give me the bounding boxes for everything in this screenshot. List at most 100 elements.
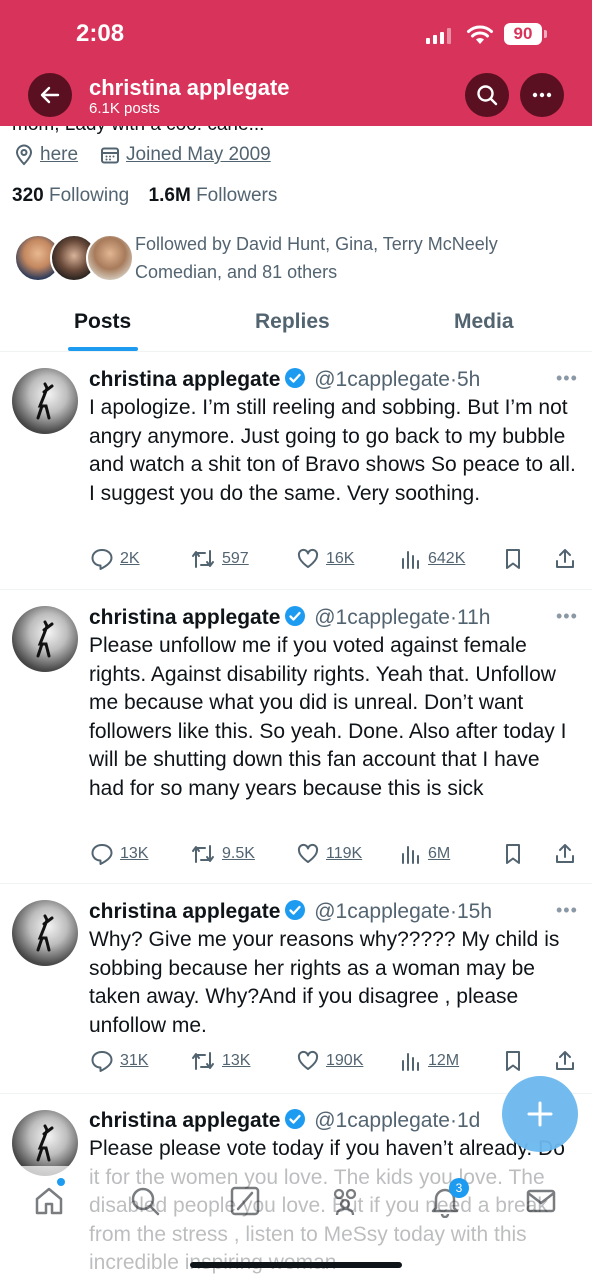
like-button[interactable]: 16K xyxy=(296,547,354,571)
communities-icon[interactable] xyxy=(328,1184,362,1218)
post-author-name[interactable]: christina applegate xyxy=(89,368,280,391)
bookmark-icon[interactable] xyxy=(502,842,524,866)
reply-icon xyxy=(91,1051,113,1072)
wifi-icon xyxy=(467,25,493,44)
post-avatar[interactable] xyxy=(12,368,78,434)
following-stat[interactable]: 320 Following xyxy=(12,185,143,206)
post-header: christina applegate @1capplegate·1d xyxy=(89,1109,481,1132)
followed-by-row[interactable]: Followed by David Hunt, Gina, Terry McNe… xyxy=(14,230,574,284)
views-button[interactable]: 642K xyxy=(400,547,465,571)
repost-count: 597 xyxy=(222,550,249,567)
post-item[interactable]: christina applegate @1capplegate·11h •••… xyxy=(0,590,592,884)
cellular-signal-icon xyxy=(426,28,451,44)
profile-meta-row: here Joined May 2009 xyxy=(14,144,293,166)
status-bar: 2:08 90 xyxy=(0,20,592,50)
repost-button[interactable]: 597 xyxy=(190,547,249,571)
post-header: christina applegate @1capplegate·15h xyxy=(89,900,493,923)
plus-icon xyxy=(527,1101,553,1127)
heart-icon xyxy=(297,1050,319,1070)
verified-badge-icon xyxy=(285,606,306,626)
verified-badge-icon xyxy=(285,900,306,920)
profile-header-bar: 2:08 90 christina applegate 6.1K posts xyxy=(0,0,592,126)
like-count: 190K xyxy=(326,1052,364,1069)
arrow-left-icon xyxy=(40,86,60,104)
messages-envelope-icon[interactable] xyxy=(524,1184,558,1218)
reply-icon xyxy=(91,844,113,865)
bookmark-icon[interactable] xyxy=(502,547,524,571)
compose-post-button[interactable] xyxy=(502,1076,578,1152)
views-chart-icon xyxy=(402,551,419,569)
like-count: 16K xyxy=(326,550,355,567)
post-author-name[interactable]: christina applegate xyxy=(89,900,280,923)
heart-icon xyxy=(297,548,319,568)
bookmark-icon[interactable] xyxy=(502,1049,524,1073)
dancer-figure xyxy=(36,382,54,420)
post-more-icon[interactable]: ••• xyxy=(556,900,578,921)
reply-button[interactable]: 2K xyxy=(90,547,140,571)
active-tab-indicator xyxy=(68,347,138,351)
heart-icon xyxy=(297,843,319,863)
post-avatar[interactable] xyxy=(12,900,78,966)
like-button[interactable]: 190K xyxy=(296,1049,363,1073)
grok-icon[interactable] xyxy=(228,1184,262,1218)
views-count: 642K xyxy=(428,550,466,567)
calendar-icon xyxy=(101,147,120,164)
more-horizontal-icon xyxy=(532,92,552,98)
post-more-icon[interactable]: ••• xyxy=(556,606,578,627)
following-label: Following xyxy=(48,185,130,206)
views-chart-icon xyxy=(402,846,419,864)
share-icon[interactable] xyxy=(554,547,576,571)
repost-icon xyxy=(192,845,214,863)
tab-replies[interactable]: Replies xyxy=(255,310,330,334)
views-button[interactable]: 12M xyxy=(400,1049,459,1073)
post-item[interactable]: christina applegate @1capplegate·5h ••• … xyxy=(0,352,592,590)
profile-tabs: Posts Replies Media xyxy=(0,300,592,352)
more-options-button[interactable] xyxy=(520,73,564,117)
post-item[interactable]: christina applegate @1capplegate·15h •••… xyxy=(0,884,592,1094)
search-button[interactable] xyxy=(465,73,509,117)
followed-by-text: Followed by David Hunt, Gina, Terry McNe… xyxy=(135,234,498,282)
verified-badge-icon xyxy=(285,368,306,388)
header-posts-count: 6.1K posts xyxy=(89,100,160,117)
post-more-icon[interactable]: ••• xyxy=(556,368,578,389)
post-handle[interactable]: @1capplegate xyxy=(314,900,450,923)
share-icon[interactable] xyxy=(554,1049,576,1073)
status-time: 2:08 xyxy=(76,20,125,47)
post-text: Please unfollow me if you voted against … xyxy=(89,634,567,800)
repost-icon xyxy=(192,550,214,568)
reply-button[interactable]: 31K xyxy=(90,1049,148,1073)
like-button[interactable]: 119K xyxy=(296,842,362,866)
repost-button[interactable]: 13K xyxy=(190,1049,250,1073)
followers-stat[interactable]: 1.6M Followers xyxy=(149,185,278,206)
search-icon[interactable] xyxy=(128,1184,162,1218)
post-author-name[interactable]: christina applegate xyxy=(89,1109,280,1132)
post-handle[interactable]: @1capplegate xyxy=(314,368,450,391)
views-count: 6M xyxy=(428,845,451,862)
repost-icon xyxy=(192,1052,214,1070)
post-handle[interactable]: @1capplegate xyxy=(314,1109,450,1132)
repost-button[interactable]: 9.5K xyxy=(190,842,255,866)
home-icon[interactable] xyxy=(32,1184,66,1218)
post-author-name[interactable]: christina applegate xyxy=(89,606,280,629)
search-icon xyxy=(477,85,498,106)
followers-count: 1.6M xyxy=(148,185,191,206)
location-item[interactable]: here xyxy=(14,144,78,166)
tab-posts[interactable]: Posts xyxy=(74,310,131,334)
post-actions: 2K 597 16K 642K xyxy=(90,547,580,573)
post-time: 15h xyxy=(457,900,493,923)
reply-button[interactable]: 13K xyxy=(90,842,148,866)
repost-count: 13K xyxy=(222,1052,251,1069)
reply-icon xyxy=(91,549,113,570)
views-button[interactable]: 6M xyxy=(400,842,450,866)
location-text: here xyxy=(40,144,79,165)
tab-media[interactable]: Media xyxy=(454,310,514,334)
follow-stats: 320 Following 1.6M Followers xyxy=(12,185,277,207)
share-icon[interactable] xyxy=(554,842,576,866)
post-handle[interactable]: @1capplegate xyxy=(314,606,450,629)
joined-item: Joined May 2009 xyxy=(100,144,271,166)
post-avatar[interactable] xyxy=(12,606,78,672)
notification-badge: 3 xyxy=(449,1178,469,1198)
home-indicator-bar xyxy=(190,1262,402,1268)
post-actions: 31K 13K 190K 12M xyxy=(90,1049,580,1075)
back-button[interactable] xyxy=(28,73,72,117)
